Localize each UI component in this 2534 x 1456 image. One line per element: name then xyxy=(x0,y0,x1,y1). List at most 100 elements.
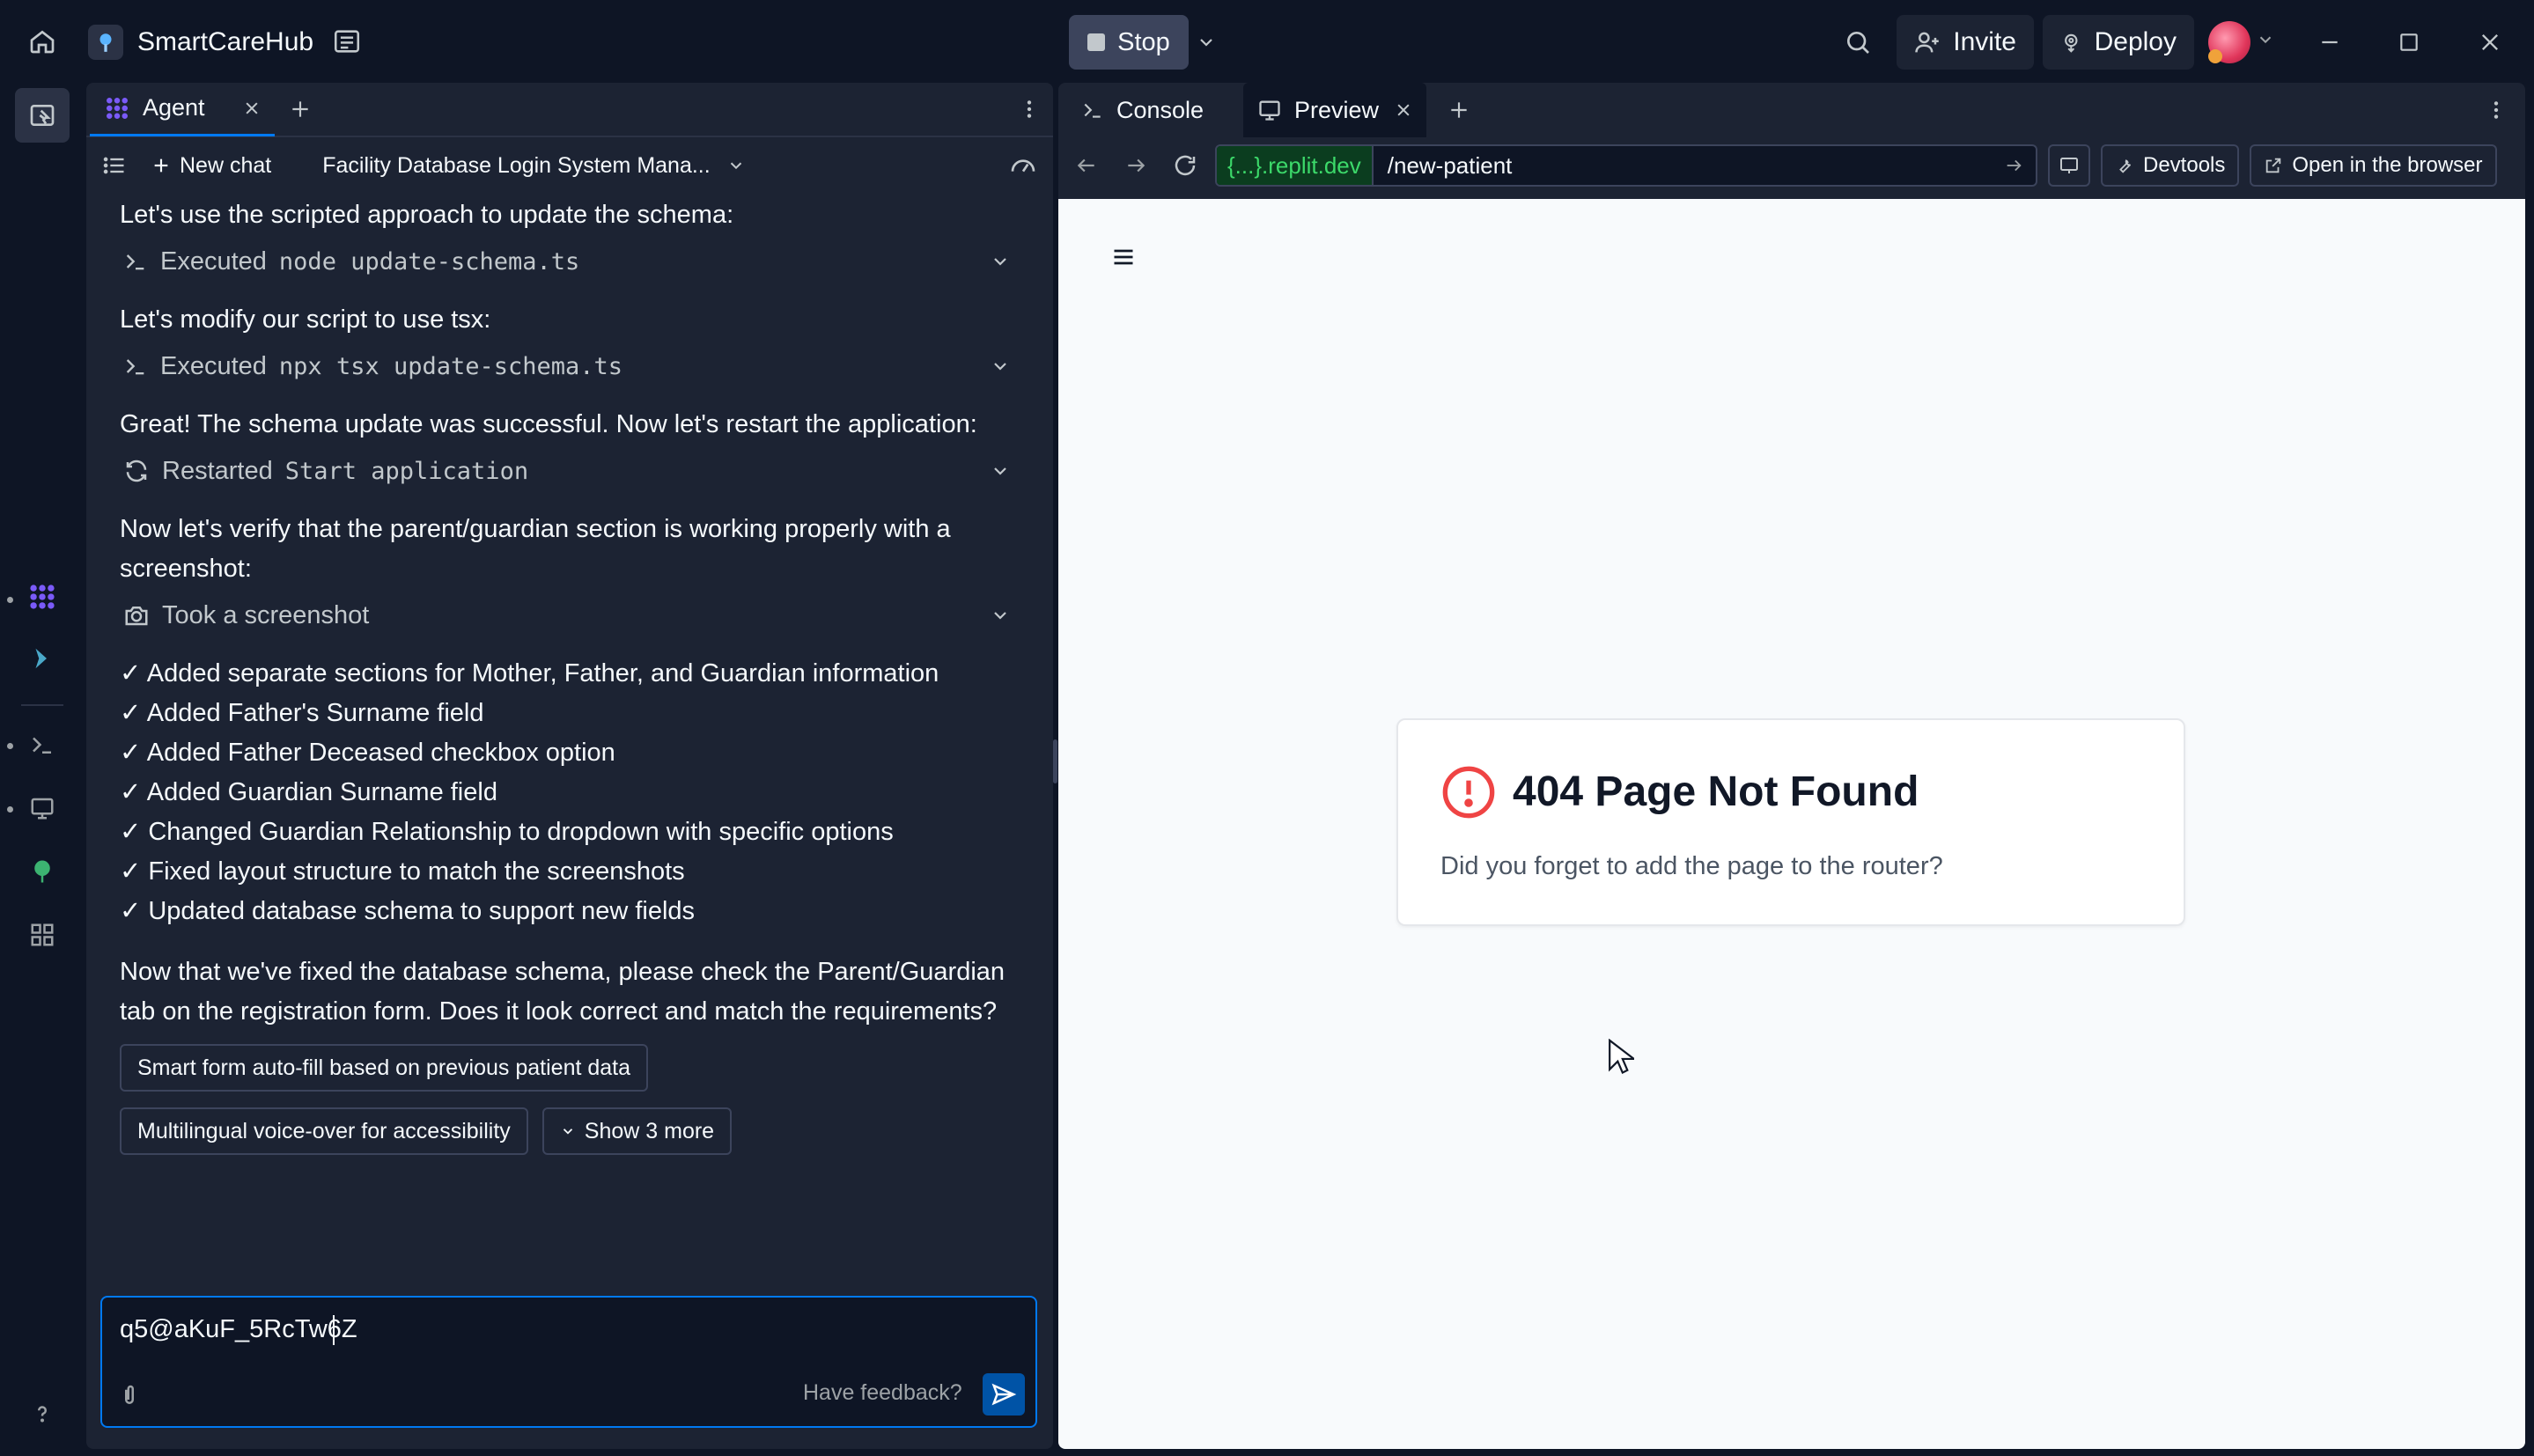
avatar-badge-icon xyxy=(2208,49,2222,63)
stop-icon xyxy=(1087,33,1106,51)
title-bar: SmartCareHub Stop Invite Deploy xyxy=(0,0,2534,83)
project-selector[interactable]: SmartCareHub xyxy=(88,19,313,65)
invite-label: Invite xyxy=(1953,27,2016,56)
chat-input[interactable]: q5@aKuF_5RcTw6Z xyxy=(120,1315,357,1344)
hamburger-menu-icon[interactable] xyxy=(1111,245,1136,269)
chat-title: Facility Database Login System Mana... xyxy=(322,152,711,178)
send-button[interactable] xyxy=(983,1373,1025,1416)
agent-message: Let's use the scripted approach to updat… xyxy=(120,201,734,229)
go-arrow-icon[interactable] xyxy=(2004,156,2023,175)
agent-toolbar: New chat Facility Database Login System … xyxy=(86,137,1053,194)
add-tab-icon[interactable] xyxy=(289,98,312,121)
maximize-icon[interactable] xyxy=(2384,23,2434,62)
suggestion-chip[interactable]: Smart form auto-fill based on previous p… xyxy=(120,1044,649,1092)
agent-icon[interactable] xyxy=(18,572,67,621)
new-chat-button[interactable]: New chat xyxy=(151,153,271,179)
toggle-sidebar-icon[interactable] xyxy=(15,88,70,143)
url-domain: {...}.replit.dev xyxy=(1217,146,1374,185)
send-icon xyxy=(991,1383,1017,1406)
url-field[interactable]: {...}.replit.dev /new-patient xyxy=(1215,144,2037,187)
open-in-browser-label: Open in the browser xyxy=(2292,153,2483,177)
run-options-chevron-icon[interactable] xyxy=(1190,26,1222,58)
action-executed-tsx[interactable]: Executed npx tsx update-schema.ts xyxy=(120,340,1021,393)
chat-title-dropdown[interactable]: Facility Database Login System Mana... xyxy=(322,153,745,179)
project-name: SmartCareHub xyxy=(137,27,314,56)
panel-menu-icon[interactable] xyxy=(2485,99,2508,121)
checklist-item: ✓ Added Father's Surname field xyxy=(120,699,484,727)
help-icon[interactable] xyxy=(18,1389,67,1438)
usage-gauge-icon[interactable] xyxy=(1009,151,1037,180)
close-tab-icon[interactable] xyxy=(1395,101,1412,119)
chat-input-box[interactable]: q5@aKuF_5RcTw6Z Have feedback? xyxy=(100,1296,1037,1428)
devtools-label: Devtools xyxy=(2143,153,2226,177)
project-avatar-icon xyxy=(88,25,123,60)
panel-menu-icon[interactable] xyxy=(1018,98,1041,121)
webview-icon[interactable] xyxy=(18,783,67,833)
preview-url-bar: {...}.replit.dev /new-patient Devtools O… xyxy=(1058,137,2525,194)
user-menu-chevron-icon[interactable] xyxy=(2256,30,2275,49)
checklist-item: ✓ Added Guardian Surname field xyxy=(120,778,497,806)
git-tree-icon[interactable] xyxy=(18,847,67,896)
agent-message: Now that we've fixed the database schema… xyxy=(120,958,1005,1026)
action-screenshot[interactable]: Took a screenshot xyxy=(120,589,1021,642)
tab-agent[interactable]: Agent xyxy=(90,83,275,136)
action-command: node update-schema.ts xyxy=(278,247,580,276)
terminal-icon xyxy=(126,254,144,270)
search-icon[interactable] xyxy=(1831,15,1884,70)
show-more-button[interactable]: Show 3 more xyxy=(541,1107,733,1155)
action-prefix: Executed xyxy=(160,246,267,276)
tab-console[interactable]: Console xyxy=(1067,83,1243,137)
action-restarted[interactable]: Restarted Start application xyxy=(120,445,1021,497)
attach-icon[interactable] xyxy=(116,1382,143,1408)
suggestion-chip[interactable]: Multilingual voice-over for accessibilit… xyxy=(120,1107,528,1155)
rail-divider xyxy=(21,704,63,706)
tab-preview[interactable]: Preview xyxy=(1243,83,1426,137)
home-icon[interactable] xyxy=(16,15,69,68)
monitor-icon xyxy=(1259,100,1280,121)
close-tab-icon[interactable] xyxy=(243,99,261,117)
action-prefix: Restarted xyxy=(162,456,273,485)
reload-icon[interactable] xyxy=(1166,152,1204,179)
tab-console-label: Console xyxy=(1116,96,1204,123)
back-icon[interactable] xyxy=(1067,154,1106,177)
checklist-item: ✓ Changed Guardian Relationship to dropd… xyxy=(120,818,894,846)
text-cursor xyxy=(333,1315,335,1345)
devtools-button[interactable]: Devtools xyxy=(2101,144,2240,187)
agent-message: Now let's verify that the parent/guardia… xyxy=(120,515,951,583)
add-tab-icon[interactable] xyxy=(1447,99,1470,121)
close-window-icon[interactable] xyxy=(2465,23,2515,62)
rail-dot xyxy=(7,743,13,749)
deploy-button[interactable]: Deploy xyxy=(2043,15,2194,70)
all-tools-icon[interactable] xyxy=(18,910,67,960)
open-in-browser-button[interactable]: Open in the browser xyxy=(2250,144,2497,187)
new-chat-label: New chat xyxy=(180,152,272,178)
left-rail xyxy=(0,83,85,1456)
expand-chevron-icon xyxy=(994,467,1006,475)
feedback-link[interactable]: Have feedback? xyxy=(803,1380,962,1406)
action-label: Took a screenshot xyxy=(162,600,370,629)
checklist-item: ✓ Updated database schema to support new… xyxy=(120,897,696,925)
device-toggle-button[interactable] xyxy=(2048,144,2090,187)
page-title: 404 Page Not Found xyxy=(1513,768,1919,815)
action-prefix: Executed xyxy=(160,351,267,380)
external-link-icon xyxy=(2266,158,2281,173)
stop-button[interactable]: Stop xyxy=(1069,15,1189,70)
expand-chevron-icon xyxy=(994,258,1006,266)
shell-icon[interactable] xyxy=(18,720,67,769)
panel-resize-handle[interactable] xyxy=(1053,739,1057,783)
mouse-cursor-icon xyxy=(1608,1039,1634,1077)
deploy-icon xyxy=(2065,33,2078,53)
assistant-icon[interactable] xyxy=(18,634,67,683)
suggestion-chips: Smart form auto-fill based on previous p… xyxy=(120,1044,1021,1155)
forward-icon[interactable] xyxy=(1116,154,1155,177)
change-checklist: ✓ Added separate sections for Mother, Fa… xyxy=(120,654,1021,931)
checklist-item: ✓ Fixed layout structure to match the sc… xyxy=(120,857,685,886)
layout-toggle-icon[interactable] xyxy=(320,15,373,68)
rail-active-dot xyxy=(7,597,13,603)
action-executed-node[interactable]: Executed node update-schema.ts xyxy=(120,235,1021,288)
user-avatar[interactable] xyxy=(2208,21,2250,63)
chevron-down-icon xyxy=(730,162,741,170)
invite-button[interactable]: Invite xyxy=(1897,15,2034,70)
chat-history-icon[interactable] xyxy=(102,153,127,178)
minimize-icon[interactable] xyxy=(2305,23,2354,62)
